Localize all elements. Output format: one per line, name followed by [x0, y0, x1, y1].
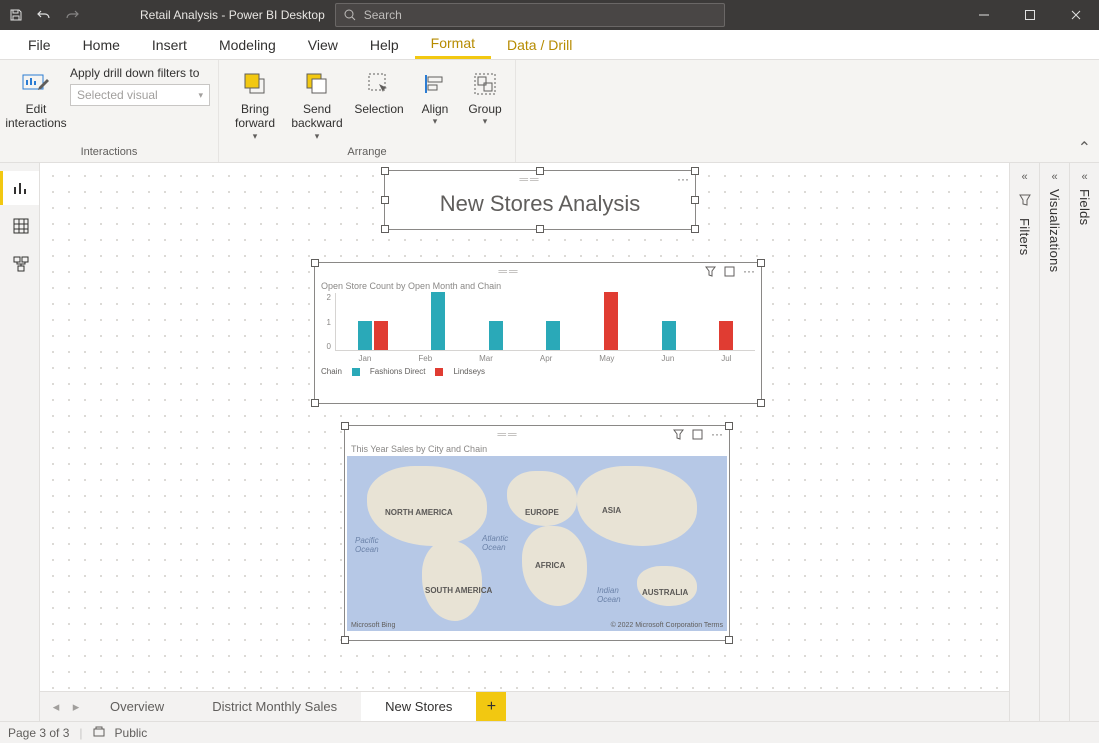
- align-icon: [419, 68, 451, 100]
- menu-file[interactable]: File: [12, 30, 67, 59]
- filter-icon[interactable]: [705, 266, 716, 277]
- ribbon-group-arrange: Bring forward▾ Send backward▾ Selection …: [219, 60, 516, 162]
- menu-view[interactable]: View: [292, 30, 354, 59]
- group-button[interactable]: Group▾: [463, 64, 507, 127]
- more-icon[interactable]: ···: [711, 427, 723, 441]
- ribbon: Edit interactions Apply drill down filte…: [0, 60, 1099, 163]
- focus-mode-icon[interactable]: [692, 429, 703, 440]
- more-icon[interactable]: ···: [677, 172, 689, 186]
- view-switcher: [0, 163, 40, 721]
- model-view-button[interactable]: [0, 247, 39, 281]
- tab-next-button[interactable]: ▸: [66, 692, 86, 721]
- redo-icon[interactable]: [64, 7, 80, 23]
- tab-prev-button[interactable]: ◂: [46, 692, 66, 721]
- more-icon[interactable]: ···: [743, 264, 755, 278]
- map-attribution-left: Microsoft Bing: [351, 622, 395, 629]
- bring-forward-button[interactable]: Bring forward▾: [227, 64, 283, 142]
- edit-interactions-button[interactable]: Edit interactions: [8, 64, 64, 131]
- save-icon[interactable]: [8, 7, 24, 23]
- title-text: New Stores Analysis: [385, 187, 695, 217]
- align-button[interactable]: Align▾: [413, 64, 457, 127]
- search-placeholder: Search: [364, 8, 402, 22]
- app-title: Retail Analysis - Power BI Desktop: [140, 8, 325, 22]
- undo-icon[interactable]: [36, 7, 52, 23]
- close-button[interactable]: [1053, 0, 1099, 30]
- send-backward-button[interactable]: Send backward▾: [289, 64, 345, 142]
- filter-icon[interactable]: [673, 429, 684, 440]
- menu-insert[interactable]: Insert: [136, 30, 203, 59]
- apply-drill-label: Apply drill down filters to: [70, 66, 210, 80]
- menu-format[interactable]: Format: [415, 30, 491, 59]
- visualizations-pane-collapsed[interactable]: « Visualizations: [1039, 163, 1069, 721]
- add-page-button[interactable]: +: [476, 692, 506, 721]
- title-bar: Retail Analysis - Power BI Desktop Searc…: [0, 0, 1099, 30]
- map-title: This Year Sales by City and Chain: [345, 442, 729, 456]
- page-tab-newstores[interactable]: New Stores: [361, 692, 476, 721]
- drag-grip-icon[interactable]: ══: [351, 427, 665, 441]
- status-page: Page 3 of 3: [8, 726, 69, 740]
- data-view-button[interactable]: [0, 209, 39, 243]
- group-icon: [469, 68, 501, 100]
- search-input[interactable]: Search: [335, 3, 725, 27]
- minimize-button[interactable]: [961, 0, 1007, 30]
- map-area[interactable]: NORTH AMERICA SOUTH AMERICA EUROPE AFRIC…: [347, 456, 727, 631]
- search-icon: [344, 9, 356, 21]
- menu-modeling[interactable]: Modeling: [203, 30, 292, 59]
- focus-mode-icon[interactable]: [724, 266, 735, 277]
- chevron-left-icon: «: [1051, 171, 1057, 183]
- report-view-button[interactable]: [0, 171, 39, 205]
- bring-forward-icon: [239, 68, 271, 100]
- sensitivity-icon[interactable]: [93, 725, 105, 740]
- visual-map[interactable]: ══ ··· This Year Sales by City and Chain: [345, 426, 729, 640]
- fields-pane-collapsed[interactable]: « Fields: [1069, 163, 1099, 721]
- page-tab-overview[interactable]: Overview: [86, 692, 188, 721]
- selection-button[interactable]: Selection: [351, 64, 407, 116]
- page-tabs: ◂ ▸ Overview District Monthly Sales New …: [40, 691, 1009, 721]
- collapse-ribbon-icon[interactable]: ⌃: [1078, 138, 1091, 158]
- ribbon-group-interactions: Edit interactions Apply drill down filte…: [0, 60, 219, 162]
- menu-data-drill[interactable]: Data / Drill: [491, 30, 588, 59]
- apply-drill-select[interactable]: Selected visual ▾: [70, 84, 210, 106]
- menu-bar: File Home Insert Modeling View Help Form…: [0, 30, 1099, 60]
- map-attribution-right: © 2022 Microsoft Corporation Terms: [611, 622, 723, 629]
- edit-interactions-icon: [20, 68, 52, 100]
- report-canvas[interactable]: ══ ··· New Stores Analysis ══ ··· Open St…: [40, 163, 1009, 691]
- chevron-left-icon: «: [1081, 171, 1087, 183]
- visual-title[interactable]: ══ ··· New Stores Analysis: [385, 171, 695, 229]
- menu-help[interactable]: Help: [354, 30, 415, 59]
- visual-bar-chart[interactable]: ══ ··· Open Store Count by Open Month an…: [315, 263, 761, 403]
- filter-icon: [1018, 193, 1032, 212]
- status-bar: Page 3 of 3 | Public: [0, 721, 1099, 743]
- chart-title: Open Store Count by Open Month and Chain: [315, 279, 761, 293]
- send-backward-icon: [301, 68, 333, 100]
- chart-legend: Chain Fashions Direct Lindseys: [315, 363, 761, 380]
- drag-grip-icon[interactable]: ══: [391, 172, 669, 186]
- maximize-button[interactable]: [1007, 0, 1053, 30]
- chevron-down-icon: ▾: [198, 90, 203, 101]
- page-tab-district[interactable]: District Monthly Sales: [188, 692, 361, 721]
- chart-plot-area: [335, 293, 755, 351]
- chevron-left-icon: «: [1021, 171, 1027, 183]
- status-sensitivity: Public: [115, 726, 148, 740]
- selection-icon: [363, 68, 395, 100]
- menu-home[interactable]: Home: [67, 30, 136, 59]
- drag-grip-icon[interactable]: ══: [321, 264, 697, 278]
- filters-pane-collapsed[interactable]: « Filters: [1009, 163, 1039, 721]
